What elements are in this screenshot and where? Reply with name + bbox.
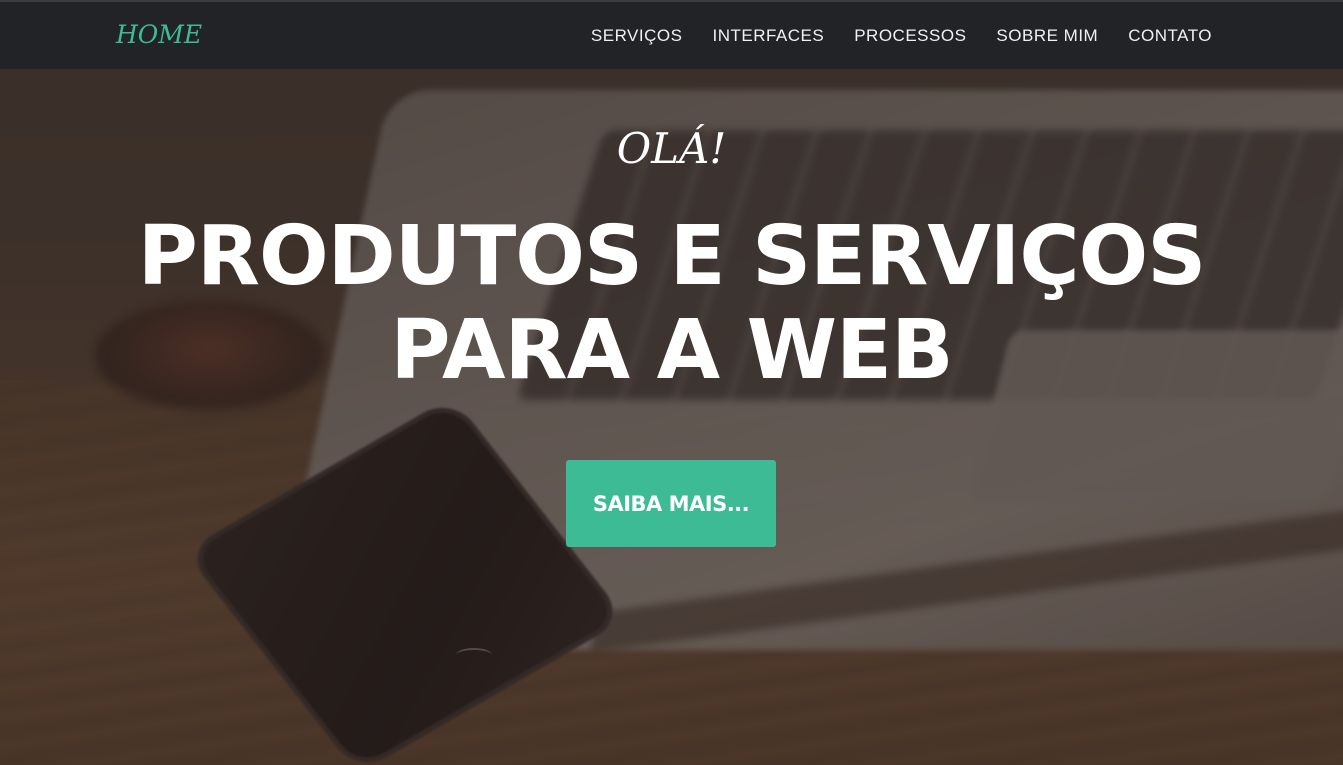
nav-link-servicos[interactable]: SERVIÇOS xyxy=(591,26,683,46)
nav-link-interfaces[interactable]: INTERFACES xyxy=(712,26,824,46)
hero-heading-line-2: PARA A WEB xyxy=(390,303,953,398)
hero-section: OLÁ! PRODUTOS E SERVIÇOS PARA A WEB SAIB… xyxy=(0,0,1343,765)
nav-link-contato[interactable]: CONTATO xyxy=(1128,26,1212,46)
nav-links: SERVIÇOS INTERFACES PROCESSOS SOBRE MIM … xyxy=(591,26,1212,46)
nav-link-sobre-mim[interactable]: SOBRE MIM xyxy=(996,26,1098,46)
hero-heading-line-1: PRODUTOS E SERVIÇOS xyxy=(137,209,1207,304)
nav-link-processos[interactable]: PROCESSOS xyxy=(854,26,966,46)
brand-home-link[interactable]: HOME xyxy=(116,20,202,49)
hero-lead-text: OLÁ! xyxy=(616,124,727,173)
saiba-mais-button[interactable]: SAIBA MAIS... xyxy=(566,460,776,547)
top-navbar: HOME SERVIÇOS INTERFACES PROCESSOS SOBRE… xyxy=(0,0,1343,69)
hero-heading: PRODUTOS E SERVIÇOS PARA A WEB xyxy=(0,210,1343,398)
